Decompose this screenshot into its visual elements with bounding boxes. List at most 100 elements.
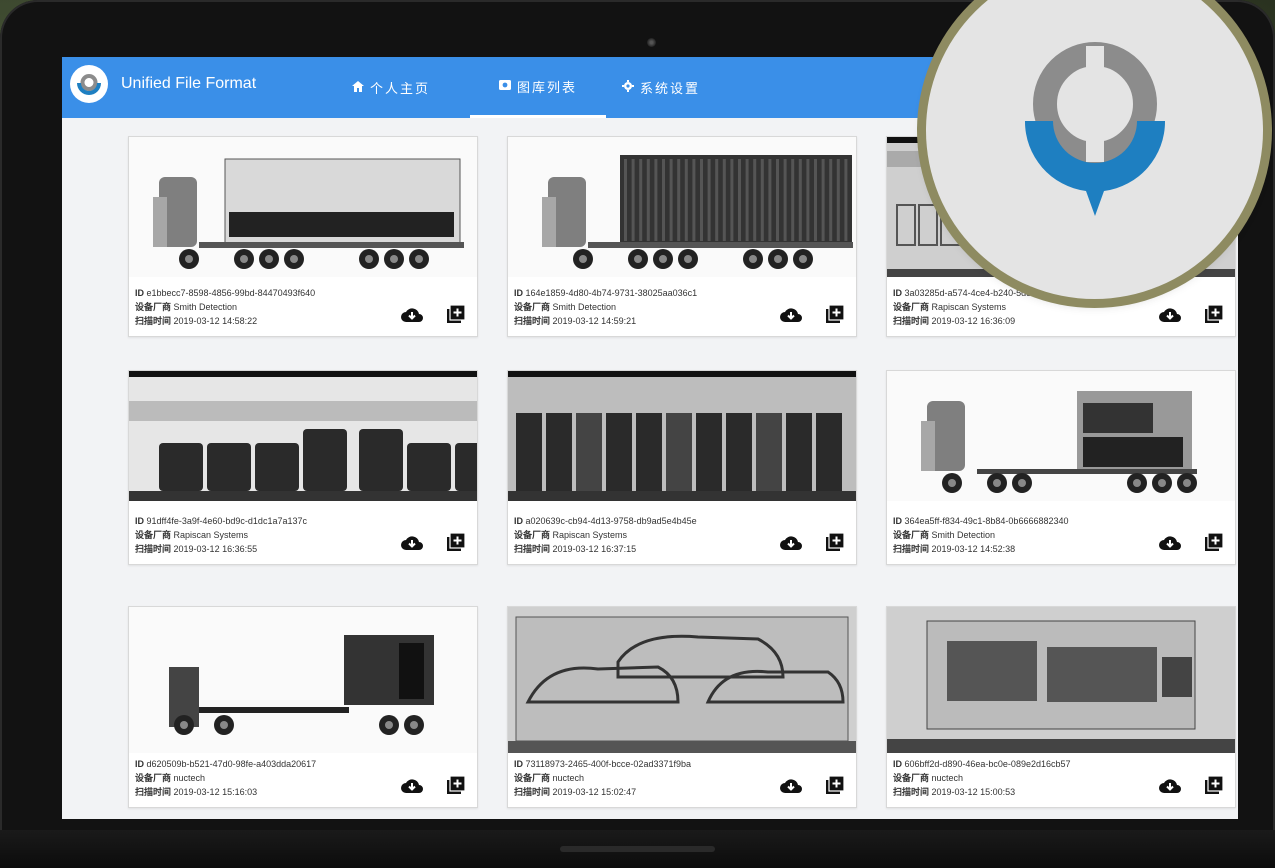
xray-scan-image[interactable] (508, 607, 856, 753)
scan-card[interactable]: ID e1bbecc7-8598-4856-99bd-84470493f640 … (128, 136, 478, 337)
add-to-library-icon[interactable] (824, 304, 846, 324)
scan-id: 164e1859-4d80-4b74-9731-38025aa036c1 (525, 288, 698, 298)
scan-time-label: 扫描时间 (514, 787, 551, 797)
download-icon[interactable] (401, 532, 423, 552)
scan-id: 364ea5ff-f834-49c1-8b84-0b6666882340 (904, 516, 1069, 526)
scan-card[interactable]: ID 73118973-2465-400f-bcce-02ad3371f9ba … (507, 606, 857, 808)
webcam (647, 38, 656, 47)
add-to-library-icon[interactable] (1203, 775, 1225, 795)
xray-scan-image[interactable] (508, 371, 856, 501)
scan-time: 2019-03-12 15:16:03 (173, 787, 258, 797)
add-to-library-icon[interactable] (824, 775, 846, 795)
add-to-library-icon[interactable] (445, 304, 467, 324)
card-actions (780, 532, 846, 552)
nav-settings-label: 系统设置 (640, 82, 701, 97)
nav-settings[interactable]: 系统设置 (622, 57, 700, 118)
scan-meta: ID a020639c-cb94-4d13-9758-db9ad5e4b45e … (514, 514, 697, 556)
vendor-name: nuctech (552, 773, 585, 783)
id-label: ID (135, 516, 144, 526)
scan-id-line: ID 91dff4fe-3a9f-4e60-bd9c-d1dc1a7a137c (135, 514, 307, 528)
vendor-name: Rapiscan Systems (173, 530, 249, 540)
card-actions (1159, 304, 1225, 324)
download-icon[interactable] (401, 775, 423, 795)
vendor-name: Smith Detection (931, 530, 996, 540)
card-actions (401, 304, 467, 324)
download-icon[interactable] (1159, 304, 1181, 324)
add-to-library-icon[interactable] (1203, 304, 1225, 324)
scan-card[interactable]: ID 364ea5ff-f834-49c1-8b84-0b6666882340 … (886, 370, 1236, 565)
card-actions (1159, 532, 1225, 552)
wco-emblem-icon (1024, 41, 1165, 216)
scan-time-line: 扫描时间 2019-03-12 15:02:47 (514, 785, 691, 799)
scan-card[interactable]: ID a020639c-cb94-4d13-9758-db9ad5e4b45e … (507, 370, 857, 565)
scan-time-line: 扫描时间 2019-03-12 15:16:03 (135, 785, 316, 799)
add-to-library-icon[interactable] (445, 532, 467, 552)
gear-icon (622, 80, 634, 95)
scan-card[interactable]: ID d620509b-b521-47d0-98fe-a403dda20617 … (128, 606, 478, 808)
vendor-name: Smith Detection (173, 302, 238, 312)
scan-id: 606bff2d-d890-46ea-bc0e-089e2d16cb57 (904, 759, 1071, 769)
nav-gallery[interactable]: 图库列表 (470, 57, 607, 118)
scan-time-label: 扫描时间 (514, 316, 551, 326)
xray-scan-image[interactable] (508, 137, 856, 277)
vendor-line: 设备厂商 nuctech (514, 771, 691, 785)
brand[interactable]: Unified File Format (70, 65, 256, 103)
scan-meta: ID 364ea5ff-f834-49c1-8b84-0b6666882340 … (893, 514, 1069, 556)
scan-meta: ID e1bbecc7-8598-4856-99bd-84470493f640 … (135, 286, 315, 328)
nav-gallery-label: 图库列表 (517, 80, 578, 96)
download-icon[interactable] (780, 532, 802, 552)
vendor-label: 设备厂商 (135, 773, 172, 783)
xray-scan-image[interactable] (887, 371, 1235, 501)
scan-meta: ID 91dff4fe-3a9f-4e60-bd9c-d1dc1a7a137c … (135, 514, 307, 556)
vendor-label: 设备厂商 (893, 530, 930, 540)
scan-id: e1bbecc7-8598-4856-99bd-84470493f640 (146, 288, 316, 298)
scan-time: 2019-03-12 16:37:15 (552, 544, 637, 554)
xray-scan-image[interactable] (129, 371, 477, 501)
scan-id: d620509b-b521-47d0-98fe-a403dda20617 (146, 759, 317, 769)
scan-time-label: 扫描时间 (893, 787, 930, 797)
wco-logo-icon (70, 65, 108, 103)
vendor-label: 设备厂商 (135, 302, 172, 312)
scan-card[interactable]: ID 164e1859-4d80-4b74-9731-38025aa036c1 … (507, 136, 857, 337)
gallery-icon (499, 79, 511, 93)
xray-scan-image[interactable] (129, 137, 477, 277)
scan-id-line: ID d620509b-b521-47d0-98fe-a403dda20617 (135, 757, 316, 771)
vendor-line: 设备厂商 Rapiscan Systems (135, 528, 307, 542)
vendor-label: 设备厂商 (893, 773, 930, 783)
id-label: ID (893, 759, 902, 769)
scan-card[interactable]: ID 606bff2d-d890-46ea-bc0e-089e2d16cb57 … (886, 606, 1236, 808)
app-title: Unified File Format (121, 75, 257, 92)
add-to-library-icon[interactable] (1203, 532, 1225, 552)
id-label: ID (514, 516, 523, 526)
download-icon[interactable] (401, 304, 423, 324)
scan-id-line: ID 73118973-2465-400f-bcce-02ad3371f9ba (514, 757, 691, 771)
id-label: ID (135, 759, 144, 769)
vendor-name: Rapiscan Systems (552, 530, 628, 540)
download-icon[interactable] (1159, 532, 1181, 552)
scan-time-label: 扫描时间 (135, 544, 172, 554)
add-to-library-icon[interactable] (445, 775, 467, 795)
xray-scan-image[interactable] (129, 607, 477, 753)
download-icon[interactable] (780, 775, 802, 795)
scan-time-label: 扫描时间 (135, 787, 172, 797)
id-label: ID (514, 759, 523, 769)
xray-scan-image[interactable] (887, 607, 1235, 753)
scan-time: 2019-03-12 14:52:38 (931, 544, 1016, 554)
add-to-library-icon[interactable] (824, 532, 846, 552)
nav-home[interactable]: 个人主页 (352, 57, 430, 118)
download-icon[interactable] (780, 304, 802, 324)
nav-home-label: 个人主页 (370, 82, 431, 97)
scan-time: 2019-03-12 14:58:22 (173, 316, 258, 326)
scan-time-label: 扫描时间 (893, 316, 930, 326)
scan-time-label: 扫描时间 (514, 544, 551, 554)
vendor-name: Smith Detection (552, 302, 617, 312)
home-icon (352, 80, 364, 95)
id-label: ID (514, 288, 523, 298)
scan-card[interactable]: ID 91dff4fe-3a9f-4e60-bd9c-d1dc1a7a137c … (128, 370, 478, 565)
card-actions (401, 775, 467, 795)
vendor-line: 设备厂商 Rapiscan Systems (514, 528, 697, 542)
vendor-label: 设备厂商 (514, 773, 551, 783)
download-icon[interactable] (1159, 775, 1181, 795)
vendor-name: nuctech (931, 773, 964, 783)
vendor-line: 设备厂商 Smith Detection (135, 300, 315, 314)
